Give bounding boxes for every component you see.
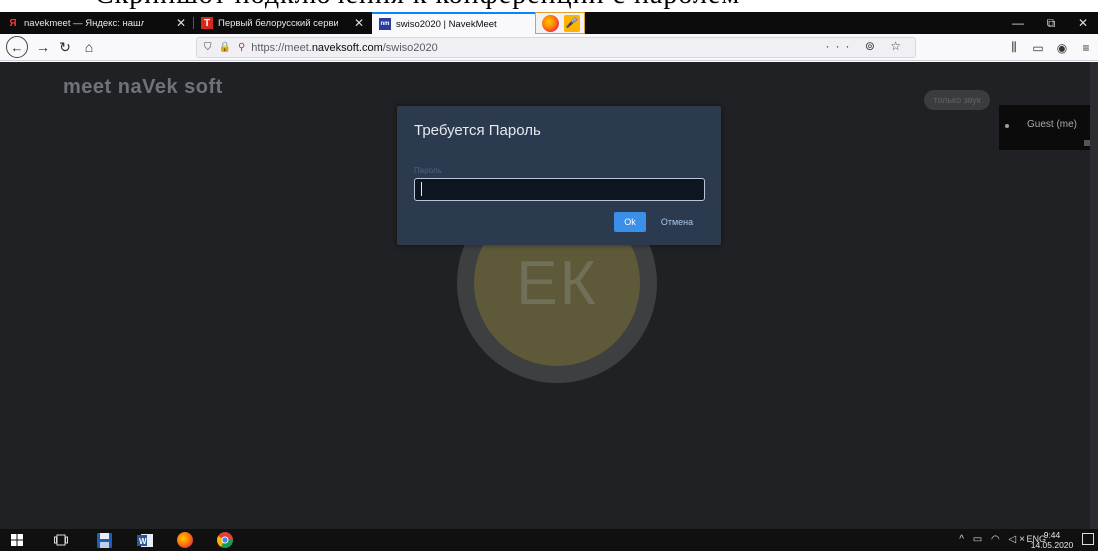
windows-taskbar: W ^ ▭ ◠ ◁× ENG 9:44 14.05.2020 (0, 529, 1098, 551)
svg-text:W: W (139, 537, 147, 546)
microphone-icon: 🎤 (564, 15, 580, 32)
firefox-taskbar-icon[interactable] (176, 531, 194, 549)
tab-yandex[interactable]: Я navekmeet — Яндекс: нашлос ✕ (0, 12, 192, 34)
minimize-button[interactable]: — (1003, 12, 1033, 34)
firefox-icon (542, 15, 559, 32)
navekmeet-favicon-icon: nm (379, 18, 391, 30)
reader-view-icon[interactable]: ▭ (1026, 41, 1050, 55)
tab-navekmeet[interactable]: nm swiso2020 | NavekMeet (372, 12, 536, 34)
tab-belarus-service[interactable]: T Первый белорусский сервис ✕ (194, 12, 370, 34)
password-dialog: Требуется Пароль Пароль Ok Отмена (397, 106, 721, 245)
url-protocol: https://meet. (251, 41, 312, 54)
word-icon[interactable]: W (136, 531, 154, 549)
toolbar-right: ⫼ ▭ ◉ ≡ (1002, 34, 1098, 61)
account-icon[interactable]: ◉ (1050, 41, 1074, 55)
status-dot (1005, 124, 1009, 128)
yandex-favicon-icon: Я (9, 17, 17, 29)
close-window-button[interactable]: ✕ (1068, 12, 1098, 34)
clock-time: 9:44 (1043, 530, 1061, 540)
address-bar[interactable]: ⛉ 🔒 ⚲ https://meet.naveksoft.com/swiso20… (196, 37, 916, 58)
tab-label: Первый белорусский сервис (218, 17, 338, 29)
self-name: Guest (me) (1027, 119, 1078, 130)
media-sharing-indicator[interactable]: 🎤 (535, 12, 585, 34)
browser-nav-bar: ← → ↻ ⌂ ⛉ 🔒 ⚲ https://meet.naveksoft.com… (0, 34, 1098, 61)
tracking-shield-icon[interactable]: ⛉ (204, 42, 212, 53)
background-document-text: Скриншот подключения к конференции с пар… (95, 0, 740, 11)
url-path: /swiso2020 (382, 41, 438, 54)
page-actions-icon[interactable]: ··· ⊚ ☆ (826, 39, 907, 53)
url-domain: naveksoft.com (311, 41, 383, 54)
tab-close-icon[interactable]: ✕ (176, 16, 186, 30)
tab-label: navekmeet — Яндекс: нашлос (24, 17, 144, 29)
chrome-taskbar-icon[interactable] (216, 531, 234, 549)
back-arrow-icon[interactable]: ← (6, 36, 28, 58)
cancel-button[interactable]: Отмена (654, 212, 700, 232)
taskbar-clock[interactable]: 9:44 14.05.2020 (1026, 530, 1078, 550)
library-icon[interactable]: ⫼ (1002, 40, 1026, 55)
reload-icon[interactable]: ↻ (54, 36, 76, 58)
ok-button[interactable]: Ok (614, 212, 646, 232)
brand-logo: meet naVek soft (63, 76, 223, 98)
tab-label: swiso2020 | NavekMeet (396, 18, 497, 30)
notifications-icon[interactable] (1082, 533, 1094, 545)
forward-arrow-icon[interactable]: → (32, 36, 54, 58)
password-label: Пароль (414, 166, 442, 175)
system-tray-icons[interactable]: ^ ▭ ◠ ◁× (959, 534, 1028, 545)
permissions-icon[interactable]: ⚲ (238, 42, 245, 53)
task-view-icon[interactable] (52, 531, 70, 549)
background-document: Скриншот подключения к конференции с пар… (0, 0, 1098, 12)
clock-date: 14.05.2020 (1030, 540, 1074, 550)
audio-only-toggle[interactable]: только звук (924, 90, 990, 110)
page-scrollbar[interactable] (1090, 62, 1098, 529)
service-favicon-icon: T (201, 17, 213, 29)
hamburger-menu-icon[interactable]: ≡ (1074, 41, 1098, 55)
restore-button[interactable]: ⧉ (1036, 12, 1066, 34)
lock-icon[interactable]: 🔒 (219, 42, 231, 53)
self-video-tile[interactable]: Guest (me) (999, 105, 1097, 150)
url-text[interactable]: https://meet.naveksoft.com/swiso2020 (251, 42, 438, 54)
text-caret (421, 182, 422, 196)
windows-start-icon[interactable] (8, 531, 26, 549)
home-icon[interactable]: ⌂ (78, 36, 100, 58)
save-floppy-icon[interactable] (95, 531, 113, 549)
dialog-title: Требуется Пароль (414, 122, 541, 139)
password-input[interactable] (414, 178, 705, 201)
tab-close-icon[interactable]: ✕ (354, 16, 364, 30)
